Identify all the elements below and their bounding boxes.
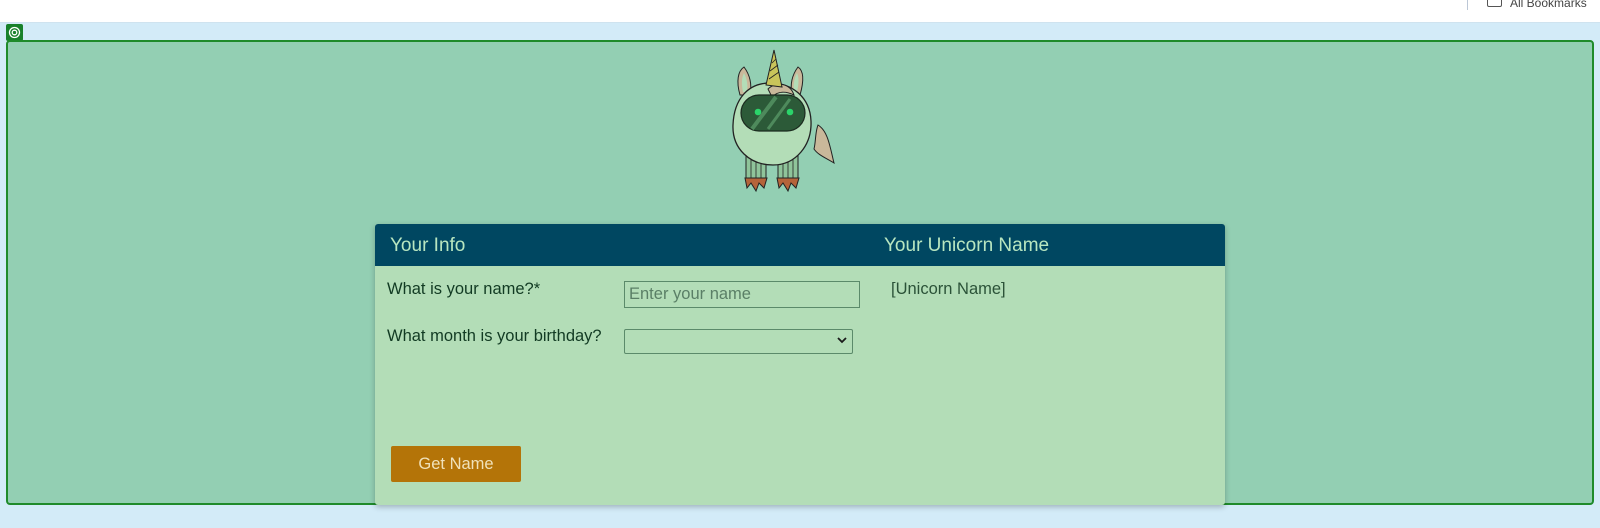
unicorn-name-result: [Unicorn Name] <box>891 280 1006 298</box>
all-bookmarks-label[interactable]: All Bookmarks <box>1510 0 1587 10</box>
chevron-down-icon <box>837 334 847 348</box>
unicorn-name-heading: Your Unicorn Name <box>884 235 1050 256</box>
folder-icon[interactable] <box>1487 0 1502 7</box>
name-input[interactable] <box>624 281 860 308</box>
your-info-heading: Your Info <box>390 235 466 256</box>
browser-bookmarks-bar: All Bookmarks <box>0 0 1600 23</box>
unicorn-robot-icon <box>732 49 835 193</box>
birthday-month-select[interactable] <box>624 329 853 354</box>
unicorn-name-card: Your Info Your Unicorn Name What is your… <box>375 224 1225 505</box>
bookmarks-divider <box>1467 0 1468 10</box>
name-label: What is your name?* <box>387 280 541 298</box>
target-icon[interactable] <box>6 24 23 41</box>
get-name-button[interactable]: Get Name <box>391 446 521 482</box>
birthday-label: What month is your birthday? <box>387 327 602 345</box>
card-header: Your Info Your Unicorn Name <box>375 224 1225 266</box>
